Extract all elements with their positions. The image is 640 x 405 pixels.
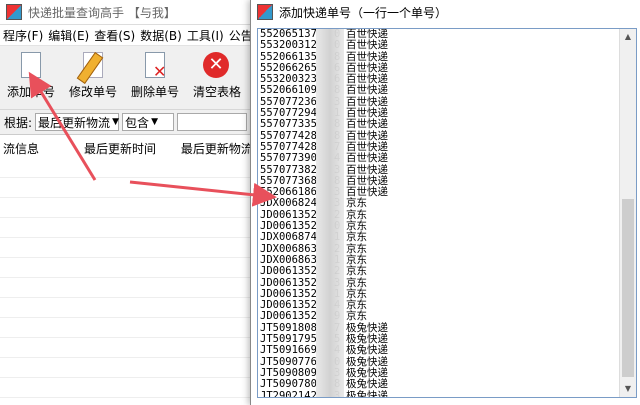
carrier-name: 京东 (346, 242, 367, 255)
pencil-icon (76, 52, 107, 84)
dialog-titlebar: 添加快递单号（一行一个单号） (251, 0, 640, 24)
grid-row[interactable] (0, 218, 260, 238)
column-header-time[interactable]: 最后更新时间 (84, 140, 181, 157)
column-header-latest[interactable]: 最后更新物流 (181, 140, 260, 157)
dialog-title: 添加快递单号（一行一个单号） (279, 5, 448, 20)
filter-op-select[interactable]: 包含 ▼ (122, 113, 175, 131)
app-icon (257, 4, 273, 20)
carrier-name: 京东 (346, 276, 367, 289)
filter-text-input[interactable] (177, 113, 248, 131)
carrier-name: 百世快递 (346, 118, 388, 131)
carrier-name: 极兔快递 (346, 378, 388, 391)
filter-op-value: 包含 (125, 115, 150, 130)
carrier-name: 京东 (346, 231, 367, 244)
carrier-name: 极兔快递 (346, 355, 388, 368)
add-number-dialog: 添加快递单号（一行一个单号） 5520651370百世快递5532003120百… (250, 0, 640, 405)
grid-row[interactable] (0, 358, 260, 378)
scroll-up-icon[interactable]: ▲ (620, 29, 636, 45)
menu-program[interactable]: 程序(F) (3, 27, 43, 44)
redaction-blur (316, 29, 344, 397)
clear-table-button[interactable]: ✕ 清空表格 (186, 49, 248, 107)
add-number-button[interactable]: 添加单号 (0, 49, 62, 107)
grid-row[interactable] (0, 298, 260, 318)
delete-number-label: 删除单号 (130, 85, 179, 99)
scroll-down-icon[interactable]: ▼ (620, 381, 636, 397)
edit-number-label: 修改单号 (68, 85, 117, 99)
carrier-name: 百世快递 (346, 152, 388, 165)
carrier-name: 百世快递 (346, 84, 388, 97)
carrier-name: 京东 (346, 208, 367, 221)
document-icon (17, 52, 45, 80)
column-header-info[interactable]: 流信息 (0, 140, 84, 157)
vertical-scrollbar[interactable]: ▲ ▼ (619, 29, 636, 397)
main-titlebar: 快递批量查询高手 【与我】 (0, 0, 260, 25)
carrier-name: 百世快递 (346, 95, 388, 108)
grid-row[interactable] (0, 158, 260, 178)
grid-row[interactable] (0, 318, 260, 338)
main-title: 快递批量查询高手 【与我】 (28, 5, 176, 20)
grid-body (0, 158, 260, 405)
grid-row[interactable] (0, 338, 260, 358)
carrier-name: 极兔快递 (346, 389, 388, 398)
carrier-name: 百世快递 (346, 50, 388, 63)
filter-field-select[interactable]: 最后更新物流 ▼ (35, 113, 120, 131)
menu-tools[interactable]: 工具(I) (187, 27, 224, 44)
tracking-numbers-textarea[interactable]: 5520651370百世快递5532003120百世快递5520661358百世… (257, 28, 637, 398)
clear-table-label: 清空表格 (192, 85, 241, 99)
carrier-name: 百世快递 (346, 129, 388, 142)
menu-data[interactable]: 数据(B) (140, 27, 182, 44)
carrier-name: 极兔快递 (346, 344, 388, 357)
grid-row[interactable] (0, 278, 260, 298)
add-number-label: 添加单号 (6, 85, 55, 99)
edit-number-button[interactable]: 修改单号 (62, 49, 124, 107)
menu-edit[interactable]: 编辑(E) (48, 27, 89, 44)
delete-doc-icon: ✕ (141, 52, 169, 81)
grid-row[interactable] (0, 258, 260, 278)
carrier-name: 京东 (346, 265, 367, 278)
carrier-name: 百世快递 (346, 39, 388, 52)
carrier-name: 百世快递 (346, 163, 388, 176)
delete-number-button[interactable]: ✕ 删除单号 (124, 49, 186, 107)
app-icon (6, 4, 22, 20)
main-window: 快递批量查询高手 【与我】 程序(F) 编辑(E) 查看(S) 数据(B) 工具… (0, 0, 261, 405)
menubar: 程序(F) 编辑(E) 查看(S) 数据(B) 工具(I) 公告( (0, 25, 260, 46)
grid-row[interactable] (0, 238, 260, 258)
menu-view[interactable]: 查看(S) (94, 27, 135, 44)
filter-bar: 根据: 最后更新物流 ▼ 包含 ▼ (0, 110, 260, 134)
scroll-thumb[interactable] (622, 199, 634, 377)
chevron-down-icon: ▼ (151, 117, 158, 127)
grid-row[interactable] (0, 198, 260, 218)
filter-field-value: 最后更新物流 (38, 115, 111, 130)
carrier-name: 极兔快递 (346, 321, 388, 334)
chevron-down-icon: ▼ (112, 117, 119, 127)
carrier-name: 京东 (346, 310, 367, 323)
filter-label: 根据: (4, 115, 33, 130)
x-circle-icon: ✕ (203, 52, 231, 80)
toolbar: 添加单号 修改单号 ✕ 删除单号 ✕ 清空表格 (0, 46, 260, 110)
carrier-name: 京东 (346, 197, 367, 210)
grid-row[interactable] (0, 178, 260, 198)
grid-row[interactable] (0, 378, 260, 398)
